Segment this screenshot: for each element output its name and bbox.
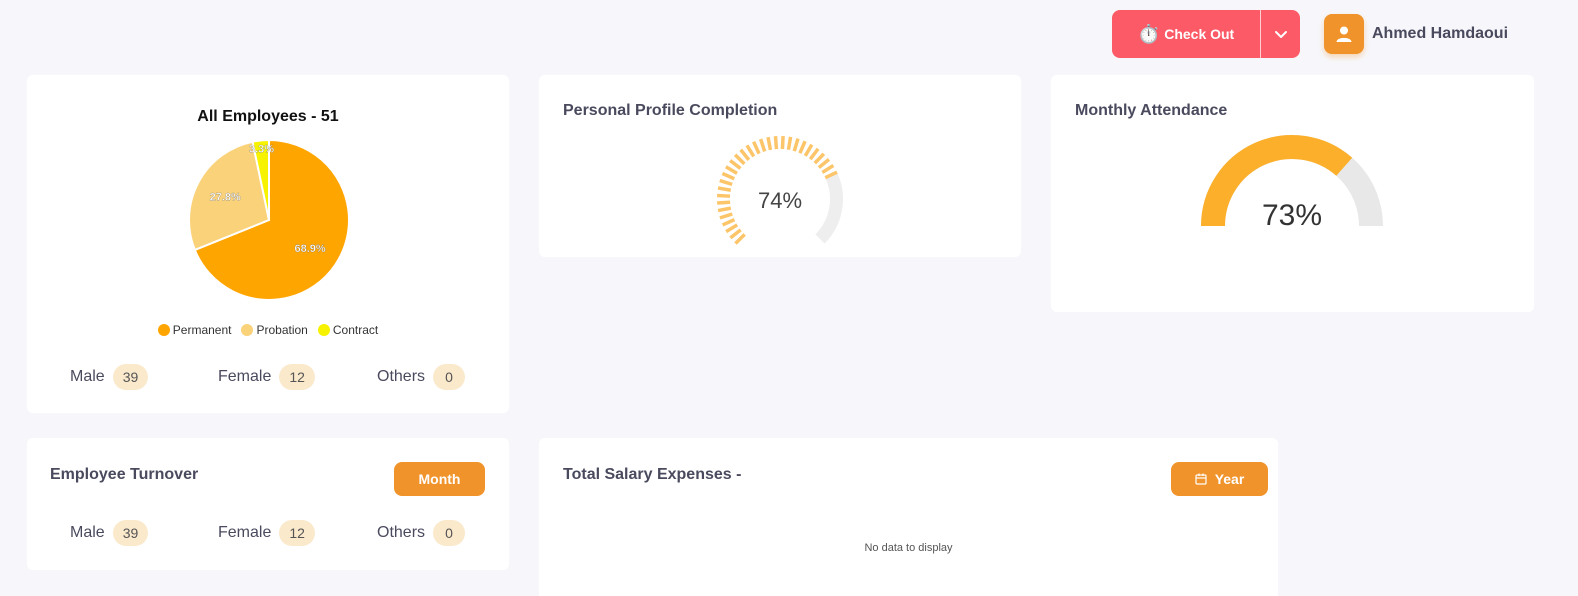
employees-pie-chart: 68.9% 27.8% 3.3% xyxy=(188,138,350,301)
legend-dot xyxy=(241,324,254,336)
gauge-tick xyxy=(813,152,826,165)
avatar xyxy=(1324,14,1364,54)
profile-completion-value: 74% xyxy=(757,188,803,213)
pie-data-label: 3.3% xyxy=(249,143,274,155)
gender-others: Others 0 xyxy=(377,364,466,390)
employee-turnover-card: Employee Turnover Month Male 39 Female 1… xyxy=(27,438,509,570)
legend-label: Contract xyxy=(332,323,379,337)
pie-data-label: 68.9% xyxy=(295,243,326,255)
count-badge: 12 xyxy=(279,364,315,390)
checkout-button-group: ⏱️ Check Out xyxy=(1112,10,1300,58)
gauge-tick xyxy=(733,153,746,166)
attendance-value: 73% xyxy=(1261,199,1323,232)
checkout-label: Check Out xyxy=(1164,26,1235,42)
count-badge: 12 xyxy=(279,520,315,546)
gauge-tick xyxy=(739,148,751,161)
gauge-tick xyxy=(803,143,814,157)
count-badge: 39 xyxy=(112,520,149,546)
count-badge: 39 xyxy=(112,364,149,390)
gauge-tick xyxy=(798,140,807,154)
legend-item-permanent[interactable]: Permanent xyxy=(157,323,232,337)
no-data-message: No data to display xyxy=(864,542,953,554)
gauge-tick xyxy=(719,212,733,220)
gauge-tick xyxy=(729,228,742,240)
employee-turnover-title: Employee Turnover xyxy=(50,466,199,483)
checkout-dropdown-toggle[interactable] xyxy=(1261,10,1300,58)
user-name: Ahmed Hamdaoui xyxy=(1372,25,1509,42)
legend-label: Permanent xyxy=(172,323,232,337)
gauge-tick xyxy=(792,138,800,152)
year-filter-button[interactable]: Year xyxy=(1171,462,1268,496)
gauge-tick xyxy=(734,233,746,245)
legend-item-contract[interactable]: Contract xyxy=(317,323,379,337)
month-filter-label: Month xyxy=(418,471,461,487)
gender-label: Others xyxy=(377,524,426,541)
gender-label: Others xyxy=(377,368,426,385)
legend-dot xyxy=(157,324,170,336)
checkout-button[interactable]: ⏱️ Check Out xyxy=(1112,10,1261,58)
user-icon xyxy=(1336,26,1352,42)
gauge-tick xyxy=(719,178,733,187)
user-menu[interactable]: Ahmed Hamdaoui xyxy=(1324,14,1508,54)
legend-item-probation[interactable]: Probation xyxy=(241,323,308,337)
chevron-down-icon xyxy=(1274,31,1287,38)
gauge-tick xyxy=(821,164,835,174)
all-employees-card: All Employees - 51 68.9% 27.8% 3.3% Perman… xyxy=(27,75,509,413)
salary-expenses-title: Total Salary Expenses - xyxy=(563,466,742,483)
turnover-gender-male: Male 39 xyxy=(70,520,149,546)
legend-dot xyxy=(317,324,330,336)
gauge-tick xyxy=(752,141,761,155)
monthly-attendance-title: Monthly Attendance xyxy=(1075,102,1228,119)
gauge-tick xyxy=(721,171,735,181)
gender-label: Female xyxy=(218,524,272,541)
pie-data-label: 27.8% xyxy=(210,192,241,204)
count-badge: 0 xyxy=(433,364,466,390)
month-filter-button[interactable]: Month xyxy=(394,462,485,496)
calendar-icon xyxy=(1195,473,1207,485)
gauge-tick xyxy=(758,138,767,152)
gender-label: Male xyxy=(70,524,105,541)
salary-expenses-card: Total Salary Expenses - Year No data to … xyxy=(539,438,1278,596)
turnover-gender-female: Female 12 xyxy=(218,520,315,546)
profile-completion-card: Personal Profile Completion 74% xyxy=(539,75,1021,257)
legend-label: Probation xyxy=(256,323,308,337)
gauge-tick xyxy=(766,136,773,151)
gender-label: Male xyxy=(70,368,105,385)
gender-female: Female 12 xyxy=(218,364,315,390)
gauge-tick xyxy=(721,218,736,227)
gauge-tick xyxy=(724,165,738,175)
gauge-tick xyxy=(729,159,742,170)
gauge-tick xyxy=(786,136,793,151)
gauge-tick xyxy=(745,144,756,158)
year-filter-label: Year xyxy=(1214,471,1245,487)
gauge-tick xyxy=(725,223,739,234)
pie-legend: Permanent Probation Contract xyxy=(27,323,509,337)
turnover-gender-others: Others 0 xyxy=(377,520,466,546)
count-badge: 0 xyxy=(433,520,466,546)
monthly-attendance-card: Monthly Attendance 73% xyxy=(1051,75,1534,312)
gender-male: Male 39 xyxy=(70,364,149,390)
gender-label: Female xyxy=(218,368,272,385)
gauge-tick xyxy=(808,147,820,161)
profile-completion-title: Personal Profile Completion xyxy=(563,102,778,119)
stopwatch-icon: ⏱️ xyxy=(1137,23,1161,44)
gauge-tick xyxy=(773,136,779,150)
gauge-tick xyxy=(780,135,785,150)
gauge-tick xyxy=(817,158,831,169)
